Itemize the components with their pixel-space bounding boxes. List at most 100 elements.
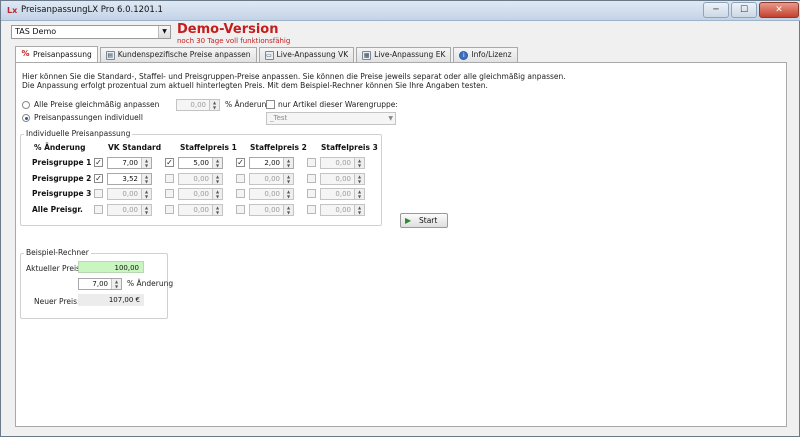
intro-line-2: Die Anpassung erfolgt prozentual zum akt… bbox=[22, 81, 488, 90]
spin-down-icon[interactable]: ▼ bbox=[212, 179, 222, 184]
intro-line-1: Hier können Sie die Standard-, Staffel- … bbox=[22, 72, 566, 81]
calculator-change-input[interactable]: 7,00 ▲ ▼ bbox=[78, 278, 122, 290]
tab-label: Live-Anpassung VK bbox=[276, 50, 349, 59]
spin-down-icon[interactable]: ▼ bbox=[212, 163, 222, 168]
start-button-label: Start bbox=[419, 216, 438, 225]
row-label: Alle Preisgr. bbox=[32, 205, 83, 214]
cell-checkbox[interactable]: ✓ bbox=[165, 158, 174, 167]
radio-individual-label: Preisanpassungen individuell bbox=[34, 113, 143, 122]
cell-percent-value: 0,00 bbox=[264, 175, 280, 183]
cell-checkbox[interactable] bbox=[236, 189, 245, 198]
maximize-button[interactable]: ☐ bbox=[731, 2, 757, 18]
spin-down-icon[interactable]: ▼ bbox=[141, 163, 151, 168]
spin-down-icon[interactable]: ▼ bbox=[354, 179, 364, 184]
cell-checkbox[interactable] bbox=[307, 189, 316, 198]
cell-checkbox[interactable] bbox=[307, 158, 316, 167]
spin-down-icon[interactable]: ▼ bbox=[354, 163, 364, 168]
spin-down-icon[interactable]: ▼ bbox=[141, 210, 151, 215]
tab-info-lizenz[interactable]: i Info/Lizenz bbox=[453, 47, 518, 62]
tab-live-anpassung-ek[interactable]: ▦ Live-Anpassung EK bbox=[356, 47, 452, 62]
cell-percent-input[interactable]: 0,00 ▲ ▼ bbox=[178, 188, 223, 200]
spin-down-icon[interactable]: ▼ bbox=[212, 210, 222, 215]
cell-checkbox[interactable] bbox=[307, 205, 316, 214]
spin-down-icon[interactable]: ▼ bbox=[354, 210, 364, 215]
calculator-title: Beispiel-Rechner bbox=[24, 248, 91, 257]
cell-percent-value: 0,00 bbox=[122, 190, 138, 198]
customer-select[interactable]: TAS Demo ▼ bbox=[11, 25, 171, 39]
spin-down-icon[interactable]: ▼ bbox=[141, 194, 151, 199]
cell-percent-input[interactable]: 2,00 ▲ ▼ bbox=[249, 157, 294, 169]
spin-down-icon[interactable]: ▼ bbox=[354, 194, 364, 199]
all-prices-pct-label: % Änderung bbox=[225, 100, 272, 109]
tab-label: Preisanpassung bbox=[33, 49, 92, 59]
warengruppe-checkbox[interactable] bbox=[266, 100, 275, 109]
play-icon: ▶ bbox=[405, 216, 412, 225]
tab-kundenspezifische-preise[interactable]: ▤ Kundenspezifische Preise anpassen bbox=[99, 47, 257, 62]
tab-label: Kundenspezifische Preise anpassen bbox=[117, 50, 251, 59]
spin-down-icon[interactable]: ▼ bbox=[283, 179, 293, 184]
radio-all-prices-label: Alle Preise gleichmäßig anpassen bbox=[34, 100, 160, 109]
cell-checkbox[interactable] bbox=[94, 189, 103, 198]
cell-percent-input[interactable]: 7,00 ▲ ▼ bbox=[107, 157, 152, 169]
cell-percent-input[interactable]: 0,00 ▲ ▼ bbox=[107, 204, 152, 216]
radio-all-prices[interactable] bbox=[22, 101, 30, 109]
start-button[interactable]: ▶ Start bbox=[400, 213, 448, 228]
cell-percent-input[interactable]: 3,52 ▲ ▼ bbox=[107, 173, 152, 185]
cell-percent-input[interactable]: 0,00 ▲ ▼ bbox=[178, 204, 223, 216]
cell-percent-input[interactable]: 0,00 ▲ ▼ bbox=[249, 204, 294, 216]
cell-checkbox[interactable]: ✓ bbox=[94, 174, 103, 183]
all-prices-change-input[interactable]: 0,00 ▲ ▼ bbox=[176, 99, 220, 111]
info-icon: i bbox=[459, 50, 469, 60]
cell-percent-input[interactable]: 0,00 ▲ ▼ bbox=[320, 204, 365, 216]
cell-percent-input[interactable]: 0,00 ▲ ▼ bbox=[320, 157, 365, 169]
current-price-label: Aktueller Preis: bbox=[26, 264, 83, 273]
cell-checkbox[interactable] bbox=[165, 174, 174, 183]
cell-checkbox[interactable] bbox=[94, 205, 103, 214]
cell-checkbox[interactable]: ✓ bbox=[94, 158, 103, 167]
customer-select-value: TAS Demo bbox=[15, 27, 57, 36]
cell-percent-input[interactable]: 0,00 ▲ ▼ bbox=[249, 188, 294, 200]
cell-checkbox[interactable]: ✓ bbox=[236, 158, 245, 167]
all-prices-change-value: 0,00 bbox=[190, 101, 206, 109]
spin-down-icon[interactable]: ▼ bbox=[111, 284, 121, 289]
minimize-button[interactable]: ─ bbox=[703, 2, 729, 18]
cell-percent-value: 0,00 bbox=[193, 190, 209, 198]
grid-corner-label: % Änderung bbox=[34, 143, 86, 152]
current-price-input[interactable]: 100,00 bbox=[78, 261, 144, 273]
title-bar: Lx PreisanpassungLX Pro 6.0.1201.1 ─ ☐ ✕ bbox=[1, 1, 800, 21]
column-header: Staffelpreis 1 bbox=[180, 143, 237, 152]
cell-percent-input[interactable]: 0,00 ▲ ▼ bbox=[320, 173, 365, 185]
cell-percent-value: 0,00 bbox=[335, 175, 351, 183]
new-price-value: 107,00 € bbox=[78, 294, 144, 306]
radio-individual[interactable] bbox=[22, 114, 30, 122]
address-book-icon: ▤ bbox=[105, 50, 115, 60]
cell-percent-input[interactable]: 0,00 ▲ ▼ bbox=[107, 188, 152, 200]
cell-percent-input[interactable]: 5,00 ▲ ▼ bbox=[178, 157, 223, 169]
chevron-down-icon[interactable]: ▼ bbox=[158, 26, 170, 38]
spin-down-icon[interactable]: ▼ bbox=[141, 179, 151, 184]
spin-down-icon[interactable]: ▼ bbox=[283, 163, 293, 168]
cell-checkbox[interactable] bbox=[236, 174, 245, 183]
cell-checkbox[interactable] bbox=[165, 205, 174, 214]
tab-bar: % Preisanpassung ▤ Kundenspezifische Preis… bbox=[15, 46, 520, 62]
cell-percent-input[interactable]: 0,00 ▲ ▼ bbox=[178, 173, 223, 185]
spin-down-icon[interactable]: ▼ bbox=[209, 105, 219, 110]
tab-preisanpassung[interactable]: % Preisanpassung bbox=[15, 46, 98, 62]
cell-percent-value: 5,00 bbox=[193, 159, 209, 167]
demo-subtitle: noch 30 Tage voll funktionsfähig bbox=[177, 37, 291, 45]
spin-down-icon[interactable]: ▼ bbox=[283, 194, 293, 199]
tab-live-anpassung-vk[interactable]: ▭ Live-Anpassung VK bbox=[258, 47, 355, 62]
individual-adjustment-title: Individuelle Preisanpassung bbox=[24, 129, 133, 138]
spin-down-icon[interactable]: ▼ bbox=[212, 194, 222, 199]
cell-checkbox[interactable] bbox=[236, 205, 245, 214]
cell-checkbox[interactable] bbox=[165, 189, 174, 198]
cell-checkbox[interactable] bbox=[307, 174, 316, 183]
window-title: PreisanpassungLX Pro 6.0.1201.1 bbox=[21, 5, 163, 15]
close-button[interactable]: ✕ bbox=[759, 2, 799, 18]
cell-percent-value: 0,00 bbox=[335, 190, 351, 198]
cell-percent-input[interactable]: 0,00 ▲ ▼ bbox=[249, 173, 294, 185]
spin-down-icon[interactable]: ▼ bbox=[283, 210, 293, 215]
cell-percent-input[interactable]: 0,00 ▲ ▼ bbox=[320, 188, 365, 200]
tab-label: Live-Anpassung EK bbox=[374, 50, 446, 59]
warengruppe-select[interactable]: _Test ▼ bbox=[266, 112, 396, 125]
